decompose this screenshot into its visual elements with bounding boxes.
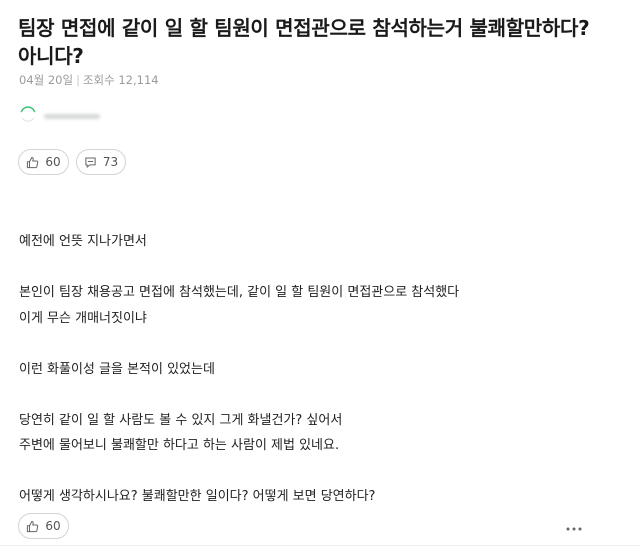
- comment-button[interactable]: 73: [76, 149, 126, 175]
- like-button-bottom[interactable]: 60: [18, 513, 69, 539]
- body-line: 예전에 언뜻 지나가면서: [19, 234, 147, 249]
- thumbs-up-icon: [26, 156, 39, 169]
- body-line: 어떻게 생각하시나요? 불쾌할만한 일이다? 어떻게 보면 당연하다?: [19, 489, 376, 504]
- more-dots-icon: [566, 516, 582, 535]
- comment-icon: [84, 156, 97, 169]
- post-meta: 04월 20일 | 조회수 12,114: [19, 72, 159, 88]
- thumbs-up-icon: [26, 520, 39, 533]
- more-options-button[interactable]: [562, 517, 586, 533]
- body-line: 주변에 물어보니 불쾌할만 하다고 하는 사람이 제법 있네요.: [19, 438, 340, 453]
- body-line: 당연히 같이 일 할 사람도 볼 수 있지 그게 화낼건가? 싶어서: [19, 412, 343, 428]
- author-name-redacted: [44, 114, 100, 119]
- body-line: 이게 무슨 개매너짓이냐: [19, 310, 147, 326]
- author-info[interactable]: [18, 104, 218, 128]
- meta-separator: |: [76, 73, 80, 87]
- comment-count: 73: [102, 155, 119, 169]
- post-body: 예전에 언뜻 지나가면서 본인이 팀장 채용공고 면접에 참석했는데, 같이 일…: [19, 229, 599, 510]
- divider: [0, 545, 640, 546]
- body-line: 이런 화풀이성 글을 본적이 있었는데: [19, 361, 215, 377]
- body-line: 본인이 팀장 채용공고 면접에 참석했는데, 같이 일 할 팀원이 면접관으로 …: [19, 285, 460, 300]
- avatar[interactable]: [18, 104, 38, 124]
- like-count: 60: [45, 155, 61, 169]
- post-title: 팀장 면접에 같이 일 할 팀원이 면접관으로 참석하는거 불쾌할만하다? 아니…: [18, 16, 590, 68]
- post-date: 04월 20일: [19, 73, 74, 87]
- view-count: 조회수 12,114: [82, 73, 159, 87]
- like-button[interactable]: 60: [18, 149, 69, 175]
- like-count: 60: [45, 519, 61, 533]
